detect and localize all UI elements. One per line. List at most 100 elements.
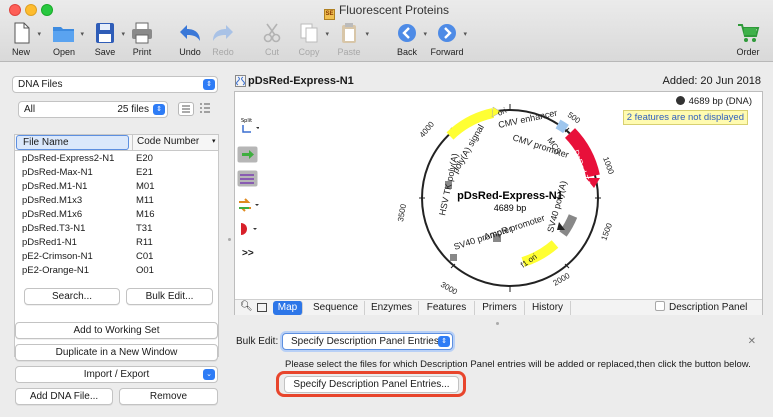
printer-icon (132, 22, 152, 44)
more-tools-button[interactable]: >> (237, 248, 263, 259)
new-document-icon (14, 22, 30, 44)
table-row[interactable]: pDsRed-Express2-N1 E20 (15, 152, 218, 166)
map-center-name: pDsRed-Express-N1 (457, 190, 563, 202)
toolbar-order-button[interactable]: Order (722, 20, 773, 60)
tab-sequence[interactable]: Sequence (307, 301, 365, 315)
panel-toggle-icon[interactable] (257, 303, 267, 312)
toolbar-forward-button[interactable]: Forward ▾ (421, 20, 473, 60)
tab-features[interactable]: Features (419, 301, 475, 315)
table-row[interactable]: pE2-Crimson-N1 C01 (15, 250, 218, 264)
toolbar-print-button[interactable]: Print (116, 20, 168, 60)
remove-button[interactable]: Remove (119, 388, 218, 405)
feature-small-box[interactable] (450, 254, 457, 261)
tick-label-1500: 1500 (599, 221, 614, 241)
bulk-edit-instructions: Please select the files for which Descri… (285, 359, 751, 370)
updown-chevron-icon: ⇕ (203, 79, 215, 90)
feature-mcs[interactable] (555, 119, 569, 134)
back-arrow-icon (398, 24, 416, 42)
plasmid-map[interactable]: ori CMV enhancer CMV promoter MCS DsRed-… (395, 98, 635, 298)
show-primers-button[interactable] (237, 196, 263, 218)
label-ori: ori (496, 106, 508, 118)
features-arrow-icon (237, 146, 258, 163)
file-list-header: File Name Code Number ▾ (15, 135, 218, 151)
table-row[interactable]: pDsRed.M1x3 M11 (15, 194, 218, 208)
add-dna-file-button[interactable]: Add DNA File... (15, 388, 113, 405)
tab-map[interactable]: Map (273, 301, 303, 315)
enzymes-lines-icon (237, 170, 258, 187)
tab-enzymes[interactable]: Enzymes (365, 301, 419, 315)
file-count: 25 files (117, 104, 149, 115)
layout-tool-icon: Split (241, 118, 260, 133)
description-panel-toggle[interactable]: Description Panel (655, 301, 747, 315)
orf-tool-button[interactable] (237, 220, 263, 242)
window-title: SE Fluorescent Proteins (0, 3, 773, 20)
redo-icon (213, 25, 233, 41)
updown-chevron-icon: ⇕ (153, 104, 165, 115)
circular-icon (675, 96, 685, 105)
table-row[interactable]: pDsRed.T3-N1 T31 (15, 222, 218, 236)
tick-label-4000: 4000 (418, 119, 437, 139)
sequence-title: pDsRed-Express-N1 (248, 75, 354, 87)
svg-text:Split: Split (241, 118, 252, 124)
view-tabs: 🔍︎ Map Sequence Enzymes Features Primers… (235, 299, 762, 315)
search-button[interactable]: Search... (24, 288, 120, 305)
label-ampr-promoter: AmpR promoter (483, 213, 547, 242)
chevron-down-icon: ⌄ (203, 369, 215, 380)
toolbar-redo-button[interactable]: Redo (197, 20, 249, 60)
bulk-edit-select[interactable]: Specify Description Panel Entries ⇕ (282, 333, 453, 350)
list-view-icon (182, 105, 190, 113)
sequence-size: 4689 bp (DNA) (675, 96, 752, 107)
table-row[interactable]: pDsRed1-N1 R11 (15, 236, 218, 250)
filter-select[interactable]: All 25 files ⇕ (18, 101, 168, 118)
added-date: Added: 20 Jun 2018 (662, 75, 761, 87)
document-icon: SE (323, 9, 335, 20)
tab-primers[interactable]: Primers (475, 301, 525, 315)
scissors-icon (263, 23, 281, 43)
collection-select[interactable]: DNA Files ⇕ (12, 76, 218, 93)
table-row[interactable]: pDsRed.M1x6 M16 (15, 208, 218, 222)
sort-button[interactable] (198, 102, 214, 116)
specify-description-panel-entries-button[interactable]: Specify Description Panel Entries... (284, 376, 459, 393)
column-header-file-name[interactable]: File Name (16, 135, 129, 150)
list-view-button[interactable] (178, 102, 194, 116)
forward-arrow-icon (438, 24, 456, 42)
column-header-code-number[interactable]: Code Number (132, 135, 212, 150)
table-row[interactable]: pDsRed.M1-N1 M01 (15, 180, 218, 194)
checkbox[interactable] (655, 301, 665, 311)
primers-arrows-icon (239, 198, 259, 212)
import-export-menu[interactable]: Import / Export ⌄ (15, 366, 218, 383)
hidden-features-notice[interactable]: 2 features are not displayed (622, 110, 748, 125)
duplicate-window-button[interactable]: Duplicate in a New Window (15, 344, 218, 361)
splitter-handle-horizontal[interactable] (496, 322, 499, 325)
search-icon[interactable]: 🔍︎ (240, 301, 253, 312)
splitter-handle[interactable] (228, 238, 231, 241)
bulk-edit-button[interactable]: Bulk Edit... (126, 288, 213, 305)
updown-chevron-icon: ⇕ (438, 336, 450, 347)
map-center-length: 4689 bp (494, 203, 527, 213)
label-cmv-promoter: CMV promoter (511, 132, 570, 160)
floppy-disk-icon (96, 23, 114, 43)
map-tool-column: Split >> (237, 114, 263, 259)
table-row[interactable]: pE2-Orange-N1 O01 (15, 264, 218, 278)
folder-icon (53, 27, 74, 42)
feature-sv40-promoter-box[interactable] (559, 214, 578, 237)
close-icon[interactable]: ✕ (748, 336, 756, 347)
shopping-cart-icon (738, 24, 760, 42)
show-features-button[interactable] (237, 146, 263, 168)
paste-icon (342, 23, 356, 43)
tick-label-500: 500 (566, 110, 583, 125)
show-enzymes-button[interactable] (237, 170, 263, 192)
bulk-edit-label: Bulk Edit: (236, 336, 279, 347)
add-to-working-set-button[interactable]: Add to Working Set (15, 322, 218, 339)
tick-label-3000: 3000 (439, 280, 459, 297)
tab-history[interactable]: History (525, 301, 571, 315)
map-view[interactable]: 4689 bp (DNA) 2 features are not display… (234, 91, 763, 315)
title-bar: SE Fluorescent Proteins New ▾ Open ▾ Save ▾ … (0, 0, 773, 62)
copy-icon (300, 23, 318, 43)
toolbar-paste-button[interactable]: Paste ▾ (323, 20, 375, 60)
tick-label-1000: 1000 (601, 156, 616, 176)
table-row[interactable]: pDsRed-Max-N1 E21 (15, 166, 218, 180)
column-menu-icon[interactable]: ▾ (212, 135, 218, 150)
sort-list-icon (200, 103, 210, 113)
layout-tool-button[interactable]: Split (237, 114, 263, 138)
